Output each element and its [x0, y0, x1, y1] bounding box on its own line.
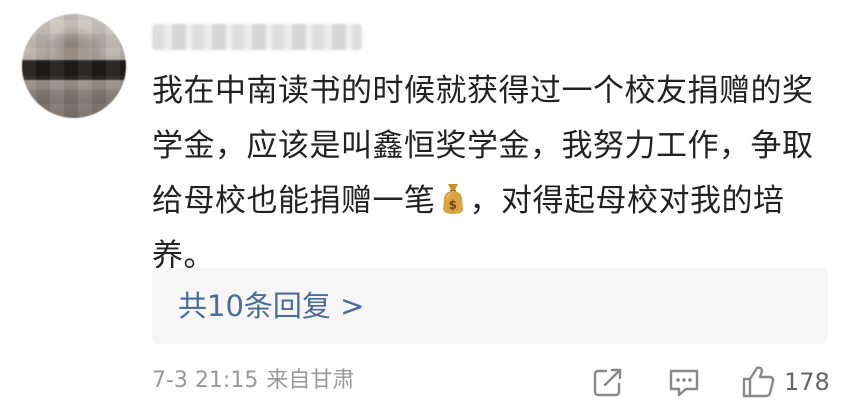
- comment-icon[interactable]: [664, 362, 704, 402]
- comment-card: 我在中南读书的时候就获得过一个校友捐赠的奖学金，应该是叫鑫恒奖学金，我努力工作，…: [0, 0, 859, 413]
- avatar-pixelation: [22, 14, 126, 118]
- username-blurred[interactable]: [152, 24, 362, 50]
- money-bag-icon: $: [442, 184, 463, 214]
- comment-actions: 178: [588, 362, 838, 402]
- svg-text:$: $: [448, 198, 457, 212]
- avatar[interactable]: [22, 14, 126, 118]
- view-replies-link[interactable]: 共10条回复 >: [178, 288, 364, 324]
- share-icon[interactable]: [588, 362, 628, 402]
- thumbs-up-icon[interactable]: [738, 362, 778, 402]
- comment-text: 我在中南读书的时候就获得过一个校友捐赠的奖学金，应该是叫鑫恒奖学金，我努力工作，…: [152, 64, 842, 284]
- like-count: 178: [784, 368, 830, 396]
- comment-meta: 7-3 21:15 来自甘肃: [152, 366, 354, 396]
- comment-location: 来自甘肃: [266, 368, 355, 393]
- replies-box[interactable]: 共10条回复 >: [152, 268, 828, 344]
- comment-timestamp: 7-3 21:15: [152, 368, 259, 393]
